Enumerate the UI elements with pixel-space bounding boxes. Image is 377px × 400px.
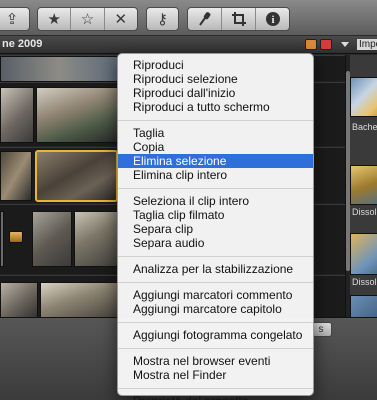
menu-item[interactable]: Riproduci selezione <box>118 72 313 86</box>
menu-separator <box>118 388 313 389</box>
menu-item[interactable]: Seleziona il clip intero <box>118 194 313 208</box>
menu-separator <box>118 348 313 349</box>
flag-red-icon[interactable] <box>320 39 332 50</box>
menu-item[interactable]: Aggiungi marcatore capitolo <box>118 302 313 316</box>
project-header: ne 2009 Impo <box>0 36 377 54</box>
transition-label: Dissol <box>352 207 377 217</box>
right-panel: Bache Dissol Dissol <box>345 55 377 317</box>
flag-orange-icon[interactable] <box>305 39 317 50</box>
clip-thumbnail[interactable] <box>36 87 118 143</box>
folder-icon[interactable] <box>9 231 23 243</box>
theme-thumbnail[interactable] <box>350 77 377 117</box>
menu-item[interactable]: Proprietà del progetto... <box>118 394 313 400</box>
menu-item[interactable]: Separa audio <box>118 236 313 250</box>
menu-item[interactable]: Aggiungi fotogramma congelato <box>118 328 313 342</box>
transition-label: Dissol <box>352 277 377 287</box>
key-icon: ⚷ <box>157 10 168 28</box>
menu-item[interactable]: Separa clip <box>118 222 313 236</box>
chevron-down-icon[interactable] <box>341 42 349 47</box>
toolbar: ⇪ ★ ☆ ✕ ⚷ i <box>0 0 377 36</box>
reject-x-icon[interactable]: ✕ <box>105 8 137 30</box>
transition-thumbnail[interactable] <box>350 233 377 275</box>
import-icon: ⇪ <box>5 10 19 28</box>
menu-item[interactable]: Elimina clip intero <box>118 168 313 182</box>
menu-item[interactable]: Mostra nel browser eventi <box>118 354 313 368</box>
menu-item[interactable]: Taglia <box>118 126 313 140</box>
import-button[interactable]: ⇪ <box>0 7 30 31</box>
menu-item[interactable]: Riproduci <box>118 58 313 72</box>
menu-item[interactable]: Taglia clip filmato <box>118 208 313 222</box>
menu-item[interactable]: Aggiungi marcatori commento <box>118 288 313 302</box>
menu-separator <box>118 282 313 283</box>
selected-clip-thumbnail[interactable] <box>35 150 118 202</box>
tools-button-group: i <box>187 7 290 31</box>
crop-icon[interactable] <box>222 8 256 30</box>
svg-text:i: i <box>271 14 274 26</box>
clip-thumbnail[interactable] <box>32 211 72 267</box>
transition-thumbnail[interactable] <box>350 295 377 317</box>
menu-item[interactable]: Riproduci a tutto schermo <box>118 100 313 114</box>
clip-thumbnail[interactable] <box>0 151 32 201</box>
context-menu: Riproduci Riproduci selezione Riproduci da… <box>117 53 314 400</box>
project-title: ne 2009 <box>2 38 43 50</box>
transition-thumbnail[interactable] <box>350 165 377 205</box>
rating-button-group: ★ ☆ ✕ <box>37 7 138 31</box>
star-filled-icon[interactable]: ★ <box>38 8 72 30</box>
menu-separator <box>118 120 313 121</box>
menu-item[interactable]: Riproduci dall'inizio <box>118 86 313 100</box>
clip-thumbnail[interactable] <box>0 87 34 143</box>
menu-item[interactable]: Mostra nel Finder <box>118 368 313 382</box>
import-label: Impo <box>357 39 377 50</box>
microphone-icon[interactable] <box>188 8 222 30</box>
keyword-button[interactable]: ⚷ <box>146 7 179 31</box>
menu-item[interactable]: Copia <box>118 140 313 154</box>
clip-thumbnail[interactable] <box>0 56 118 82</box>
clip-thumbnail[interactable] <box>74 211 118 267</box>
menu-item[interactable]: Elimina selezione <box>118 154 313 168</box>
clip-thumbnail[interactable] <box>0 211 4 267</box>
star-outline-icon[interactable]: ☆ <box>71 8 105 30</box>
menu-separator <box>118 188 313 189</box>
menu-separator <box>118 322 313 323</box>
menu-item[interactable]: Analizza per la stabilizzazione <box>118 262 313 276</box>
clip-thumbnail[interactable] <box>40 282 118 317</box>
menu-separator <box>118 256 313 257</box>
clip-thumbnail[interactable] <box>0 282 38 317</box>
info-icon[interactable]: i <box>256 8 289 30</box>
theme-label: Bache <box>352 122 377 132</box>
